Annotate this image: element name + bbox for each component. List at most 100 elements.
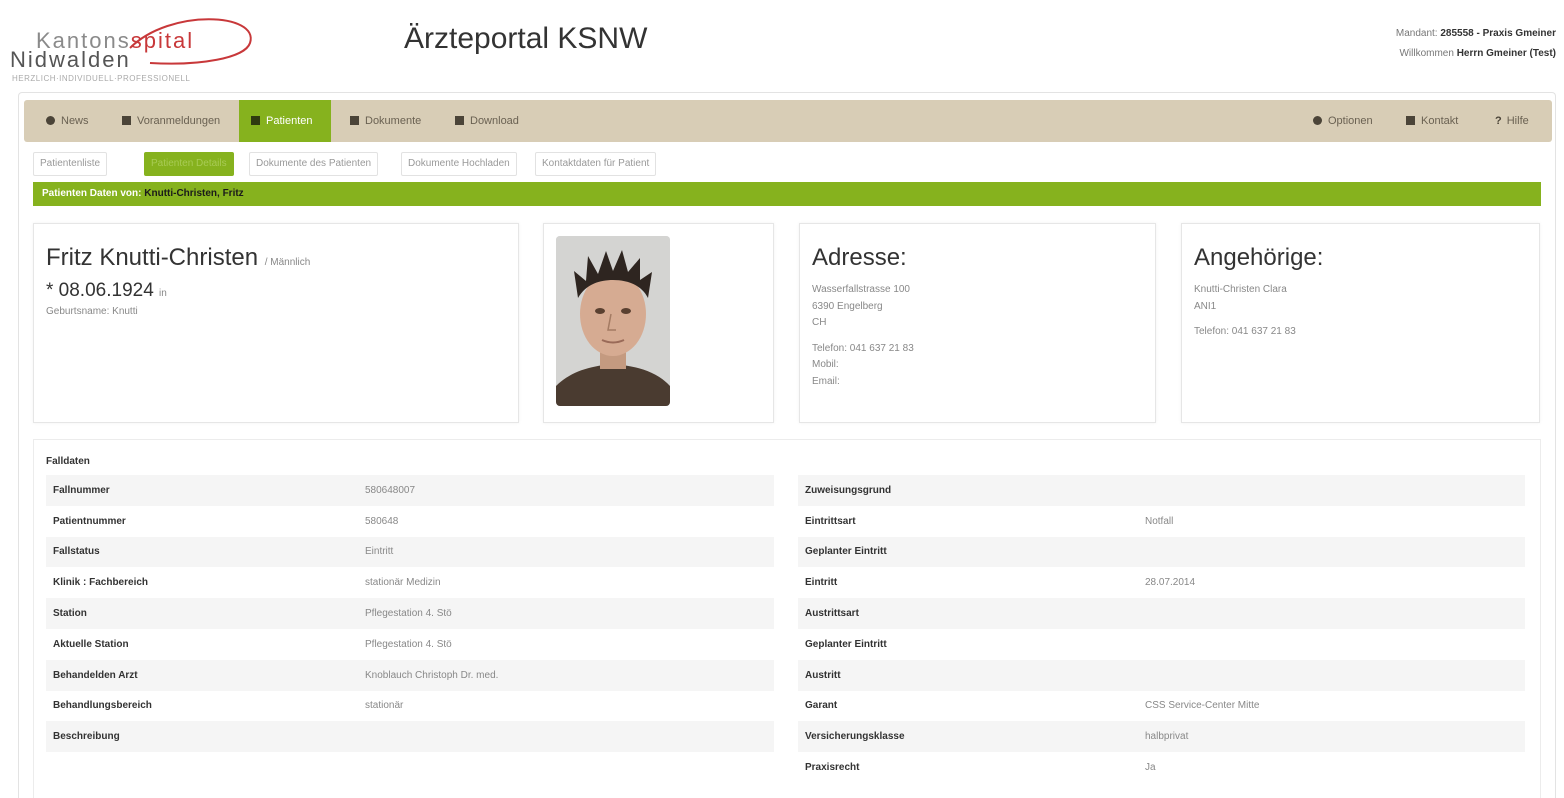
- relatives-info: Knutti-Christen Clara ANI1 Telefon: 041 …: [1194, 282, 1296, 341]
- address-info: Wasserfallstrasse 100 6390 Engelberg CH …: [812, 282, 914, 390]
- falldaten-left-table: Fallnummer 580648007 Patientnummer 580648 …: [46, 475, 774, 753]
- address-street: Wasserfallstrasse 100: [812, 284, 910, 295]
- row-key: Garant: [805, 700, 838, 712]
- address-card: Adresse: Wasserfallstrasse 100 6390 Enge…: [799, 223, 1156, 423]
- globe-icon: [46, 116, 55, 125]
- tab-dokumente-des-patienten[interactable]: Dokumente des Patienten: [249, 152, 379, 176]
- address-email: Email:: [812, 375, 840, 387]
- table-row: Versicherungsklasse halbprivat: [798, 721, 1525, 753]
- address-mobile: Mobil:: [812, 359, 839, 370]
- nav-download[interactable]: Download: [443, 100, 531, 142]
- main-navbar: News Voranmeldungen Patienten Dokumente …: [24, 100, 1552, 142]
- main-panel: News Voranmeldungen Patienten Dokumente …: [18, 92, 1556, 798]
- row-value: 580648007: [365, 484, 416, 496]
- table-row: Austritt: [798, 659, 1525, 691]
- mandant-value: 285558 - Praxis Gmeiner: [1440, 28, 1556, 39]
- document-icon: [350, 116, 359, 125]
- row-key: Zuweisungsgrund: [805, 484, 892, 496]
- table-row: Austrittsart: [798, 598, 1525, 629]
- row-value: stationär Medizin: [365, 577, 441, 589]
- row-key: Geplanter Eintritt: [805, 546, 887, 558]
- welcome-user: Herrn Gmeiner (Test): [1456, 48, 1556, 59]
- row-key: Station: [53, 608, 87, 620]
- row-key: Austrittsart: [805, 608, 859, 620]
- app-title: Ärzteportal KSNW: [404, 22, 648, 55]
- table-row: Fallstatus Eintritt: [46, 536, 774, 568]
- table-row: Garant CSS Service-Center Mitte: [798, 691, 1525, 722]
- relative-phone: Telefon: 041 637 21 83: [1194, 326, 1296, 337]
- patient-name-line: Fritz Knutti-Christen / Männlich: [46, 244, 310, 272]
- tab-kontaktdaten[interactable]: Kontaktdaten für Patient: [535, 152, 657, 176]
- falldaten-title: Falldaten: [46, 456, 90, 467]
- form-icon: [122, 116, 131, 125]
- patient-bar-name: Knutti-Christen, Fritz: [144, 188, 244, 199]
- nav-hilfe[interactable]: ? Hilfe: [1483, 100, 1541, 142]
- row-value: Notfall: [1145, 515, 1174, 527]
- relative-relation: ANI1: [1194, 300, 1217, 312]
- address-country: CH: [812, 317, 827, 328]
- row-key: Klinik : Fachbereich: [53, 577, 149, 589]
- patient-birthplace-label: in: [159, 288, 167, 299]
- nav-voranmeldungen-label: Voranmeldungen: [137, 115, 221, 127]
- logo-tagline: HERZLICH·INDIVIDUELL·PROFESSIONELL: [12, 74, 191, 83]
- nav-dokumente-label: Dokumente: [365, 115, 422, 127]
- row-key: Behandlungsbereich: [53, 700, 152, 712]
- table-row: Eintrittsart Notfall: [798, 506, 1525, 537]
- address-city: 6390 Engelberg: [812, 300, 883, 312]
- nav-dokumente[interactable]: Dokumente: [338, 100, 433, 142]
- row-key: Behandelden Arzt: [53, 669, 138, 681]
- tab-patienten-details[interactable]: Patienten Details: [144, 152, 234, 176]
- patient-bar-label: Patienten Daten von:: [42, 188, 142, 199]
- gear-icon: [1313, 116, 1322, 125]
- table-row: Geplanter Eintritt: [798, 536, 1525, 568]
- hospital-logo[interactable]: Kantonsspital Nidwalden HERZLICH·INDIVID…: [10, 6, 260, 83]
- tab-dokumente-hochladen[interactable]: Dokumente Hochladen: [401, 152, 517, 176]
- relative-name: Knutti-Christen Clara: [1194, 284, 1287, 295]
- nav-news[interactable]: News: [34, 100, 101, 142]
- row-key: Austritt: [805, 669, 841, 681]
- user-icon: [251, 116, 260, 125]
- nav-optionen-label: Optionen: [1328, 115, 1373, 127]
- table-row: Patientnummer 580648: [46, 506, 774, 537]
- tab-patientenliste[interactable]: Patientenliste: [33, 152, 108, 176]
- table-row: Beschreibung: [46, 721, 774, 753]
- patient-gender: / Männlich: [264, 257, 311, 268]
- patient-birthname: Geburtsname: Knutti: [46, 306, 138, 317]
- address-phone: Telefon: 041 637 21 83: [812, 342, 914, 354]
- row-key: Beschreibung: [53, 731, 120, 743]
- row-value: Pflegestation 4. Stö: [365, 638, 452, 650]
- portrait-image: [556, 236, 670, 406]
- patient-photo: [556, 236, 670, 406]
- nav-optionen[interactable]: Optionen: [1301, 100, 1385, 142]
- relatives-title: Angehörige:: [1194, 244, 1324, 271]
- question-icon: ?: [1495, 115, 1502, 127]
- row-key: Geplanter Eintritt: [805, 638, 887, 650]
- nav-voranmeldungen[interactable]: Voranmeldungen: [110, 100, 232, 142]
- row-value: halbprivat: [1145, 731, 1189, 743]
- welcome-label: Willkommen: [1399, 48, 1454, 59]
- logo-text-line2: Nidwalden: [10, 47, 131, 72]
- table-row: Eintritt 28.07.2014: [798, 567, 1525, 598]
- row-key: Eintrittsart: [805, 515, 856, 527]
- falldaten-right-table: Zuweisungsgrund Eintrittsart Notfall Gepl…: [798, 475, 1525, 783]
- row-key: Versicherungsklasse: [805, 731, 905, 743]
- row-value: stationär: [365, 700, 404, 712]
- row-value: Pflegestation 4. Stö: [365, 608, 452, 620]
- table-row: Behandlungsbereich stationär: [46, 691, 774, 722]
- address-title: Adresse:: [812, 244, 907, 271]
- photo-card: [543, 223, 774, 423]
- nav-news-label: News: [61, 115, 89, 127]
- nav-patienten[interactable]: Patienten: [239, 100, 331, 142]
- table-row: Fallnummer 580648007: [46, 475, 774, 506]
- row-value: Knoblauch Christoph Dr. med.: [365, 669, 499, 681]
- nav-kontakt-label: Kontakt: [1421, 115, 1459, 127]
- envelope-icon: [1406, 116, 1415, 125]
- nav-hilfe-label: Hilfe: [1506, 115, 1529, 127]
- table-row: Aktuelle Station Pflegestation 4. Stö: [46, 629, 774, 660]
- relatives-card: Angehörige: Knutti-Christen Clara ANI1 T…: [1181, 223, 1540, 423]
- patient-card: Fritz Knutti-Christen / Männlich * 08.06…: [33, 223, 519, 423]
- row-key: Eintritt: [805, 577, 838, 589]
- mandant-label: Mandant:: [1395, 28, 1438, 39]
- nav-kontakt[interactable]: Kontakt: [1394, 100, 1470, 142]
- patient-name: Fritz Knutti-Christen: [46, 244, 259, 271]
